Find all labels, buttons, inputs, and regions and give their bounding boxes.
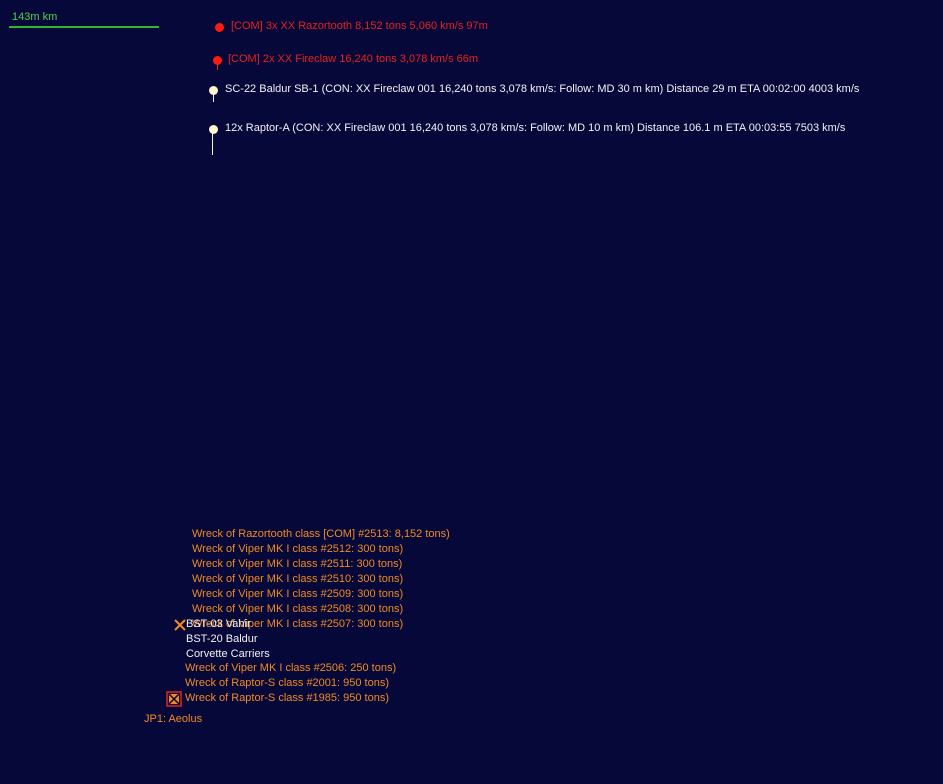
friendly-fleet-label[interactable]: SC-22 Baldur SB-1 (CON: XX Fireclaw 001 …: [225, 83, 859, 96]
fleet-heading-line: [213, 94, 214, 102]
wreck-label[interactable]: Wreck of Viper MK I class #2508: 300 ton…: [192, 603, 403, 616]
friendly-fleet-label[interactable]: Corvette Carriers: [186, 648, 270, 661]
wreck-label[interactable]: Wreck of Viper MK I class #2509: 300 ton…: [192, 588, 403, 601]
map-scale-label: 143m km: [12, 11, 58, 23]
hostile-contact-icon[interactable]: [215, 23, 224, 32]
wreck-label[interactable]: Wreck of Raptor-S class #1985: 950 tons): [185, 692, 389, 705]
jump-point-label[interactable]: JP1: Aeolus: [144, 713, 202, 726]
friendly-fleet-label[interactable]: BST-20 Baldur: [186, 633, 258, 646]
wreck-label[interactable]: Wreck of Viper MK I class #2511: 300 ton…: [192, 558, 402, 571]
wreck-label[interactable]: Wreck of Viper MK I class #2506: 250 ton…: [185, 662, 396, 675]
fleet-heading-line: [212, 133, 213, 155]
hostile-contact-label[interactable]: [COM] 2x XX Fireclaw 16,240 tons 3,078 k…: [228, 53, 478, 66]
friendly-fleet-icon[interactable]: [209, 125, 218, 134]
jump-point-icon[interactable]: [166, 691, 182, 707]
wreck-label[interactable]: Wreck of Viper MK I class #2510: 300 ton…: [192, 573, 403, 586]
contact-heading-line: [217, 64, 218, 70]
wreck-label[interactable]: Wreck of Viper MK I class #2512: 300 ton…: [192, 543, 403, 556]
wreck-marker-icon[interactable]: [173, 618, 187, 632]
map-scale-bar: [9, 26, 159, 28]
wreck-label[interactable]: Wreck of Razortooth class [COM] #2513: 8…: [192, 528, 450, 541]
wreck-label[interactable]: Wreck of Raptor-S class #2001: 950 tons): [185, 677, 389, 690]
hostile-contact-label[interactable]: [COM] 3x XX Razortooth 8,152 tons 5,060 …: [231, 20, 488, 33]
friendly-fleet-label[interactable]: 12x Raptor-A (CON: XX Fireclaw 001 16,24…: [225, 122, 845, 135]
friendly-fleet-label[interactable]: BST-03 Vahir: [186, 618, 251, 631]
